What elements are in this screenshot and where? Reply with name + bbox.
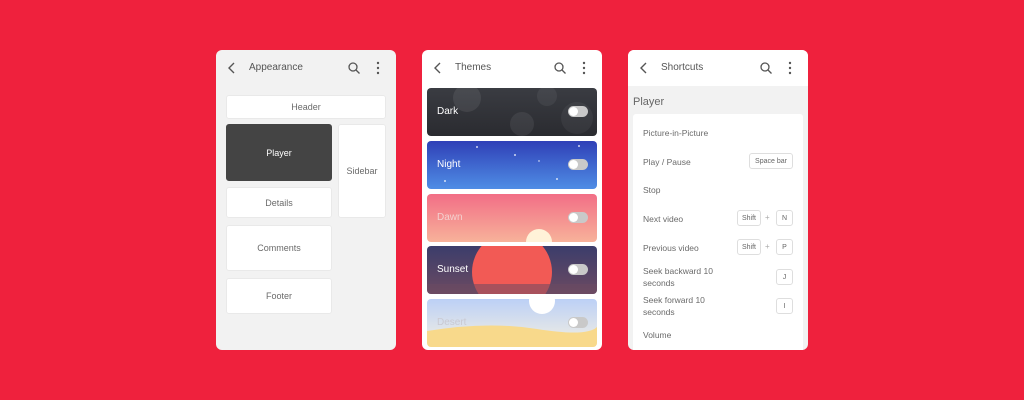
toggle-knob: [569, 107, 578, 116]
layout-comments-block[interactable]: Comments: [226, 225, 332, 271]
shortcut-label: Volume: [643, 330, 672, 340]
shortcut-label: Picture-in-Picture: [643, 128, 709, 138]
shortcuts-panel: Shortcuts Player Picture-in-Picture Play…: [628, 50, 808, 350]
back-arrow-icon[interactable]: [431, 60, 445, 76]
layout-footer-block[interactable]: Footer: [226, 278, 332, 314]
search-icon[interactable]: [553, 61, 567, 75]
shortcut-label: Stop: [643, 185, 661, 195]
key-label: Shift: [741, 243, 756, 251]
more-vertical-icon[interactable]: [580, 60, 588, 76]
more-vertical-icon[interactable]: [374, 60, 382, 76]
theme-toggle-desert[interactable]: [568, 317, 588, 328]
layout-player-block[interactable]: Player: [226, 124, 332, 181]
page-title: Appearance: [249, 62, 303, 73]
theme-card-sunset[interactable]: Sunset: [427, 246, 597, 294]
layout-sidebar-label: Sidebar: [346, 166, 378, 176]
shortcut-label: Next video: [643, 214, 684, 224]
themes-panel: Themes Dark Night Dawn Sunset Desert: [422, 50, 602, 350]
theme-card-desert[interactable]: Desert: [427, 299, 597, 347]
key-label: Space bar: [755, 157, 787, 165]
shortcut-label: Play / Pause: [643, 157, 691, 167]
key-badge: J: [776, 269, 793, 285]
key-label: Shift: [741, 214, 756, 222]
search-icon[interactable]: [759, 61, 773, 75]
toggle-knob: [569, 265, 578, 274]
theme-toggle-sunset[interactable]: [568, 264, 588, 275]
theme-toggle-dark[interactable]: [568, 106, 588, 117]
key-badge: Space bar: [749, 153, 793, 169]
theme-toggle-night[interactable]: [568, 159, 588, 170]
toggle-knob: [569, 318, 578, 327]
key-label: N: [781, 214, 788, 222]
section-title: Player: [633, 96, 665, 108]
key-badge: Shift: [737, 210, 761, 226]
key-label: J: [782, 273, 787, 281]
shortcuts-topbar: Shortcuts: [628, 50, 808, 86]
theme-name: Sunset: [437, 264, 469, 275]
more-vertical-icon[interactable]: [786, 60, 794, 76]
key-label: P: [782, 243, 787, 251]
layout-comments-label: Comments: [257, 243, 301, 253]
page-title: Shortcuts: [661, 62, 704, 73]
toggle-knob: [569, 213, 578, 222]
plus-separator: +: [765, 213, 770, 222]
layout-header-block[interactable]: Header: [226, 95, 386, 119]
theme-name: Dawn: [437, 212, 463, 223]
layout-footer-label: Footer: [265, 291, 292, 301]
key-badge: P: [776, 239, 793, 255]
theme-card-night[interactable]: Night: [427, 141, 597, 189]
appearance-panel: Appearance Header Player Sidebar Details…: [216, 50, 396, 350]
shortcut-label: Previous video: [643, 243, 699, 253]
plus-separator: +: [765, 242, 770, 251]
themes-topbar: Themes: [422, 50, 602, 86]
theme-card-dawn[interactable]: Dawn: [427, 194, 597, 242]
theme-card-dark[interactable]: Dark: [427, 88, 597, 136]
theme-name: Dark: [437, 106, 459, 117]
key-badge: I: [776, 298, 793, 314]
back-arrow-icon[interactable]: [225, 60, 239, 76]
key-label: I: [783, 302, 786, 310]
page-title: Themes: [455, 62, 492, 73]
layout-player-label: Player: [266, 147, 292, 158]
shortcut-list: Picture-in-Picture Play / Pause Space ba…: [633, 114, 803, 350]
back-arrow-icon[interactable]: [637, 60, 651, 76]
key-badge: Shift: [737, 239, 761, 255]
appearance-topbar: Appearance: [216, 50, 396, 86]
shortcut-label: Seek backward 10 seconds: [643, 266, 713, 288]
layout-details-block[interactable]: Details: [226, 187, 332, 218]
theme-name: Desert: [437, 317, 467, 328]
layout-sidebar-block[interactable]: Sidebar: [338, 124, 386, 218]
theme-name: Night: [437, 159, 461, 170]
shortcut-label: Seek forward 10 seconds: [643, 295, 705, 317]
search-icon[interactable]: [347, 61, 361, 75]
layout-details-label: Details: [265, 197, 293, 208]
toggle-knob: [569, 160, 578, 169]
key-badge: N: [776, 210, 793, 226]
theme-toggle-dawn[interactable]: [568, 212, 588, 223]
layout-header-label: Header: [291, 102, 321, 112]
